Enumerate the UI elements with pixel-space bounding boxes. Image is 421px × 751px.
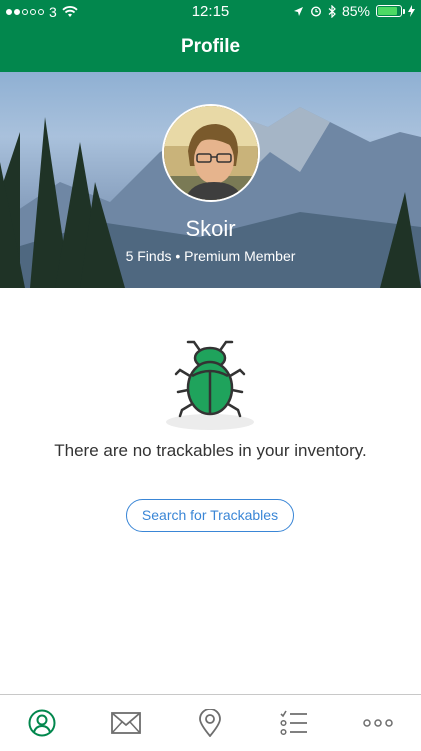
mail-icon: [111, 712, 141, 734]
tab-messages[interactable]: [84, 695, 168, 751]
avatar[interactable]: [162, 104, 260, 202]
profile-header: Skoir 5 Finds • Premium Member: [0, 72, 421, 288]
location-arrow-icon: [293, 6, 303, 16]
tab-more[interactable]: [336, 695, 420, 751]
empty-message: There are no trackables in your inventor…: [54, 441, 367, 460]
profile-photo: [164, 106, 258, 200]
more-icon: [363, 719, 393, 727]
profile-subtitle: 5 Finds • Premium Member: [125, 248, 296, 264]
profile-icon: [28, 709, 56, 737]
nav-bar: Profile: [0, 24, 421, 72]
battery-percent: 85%: [341, 3, 370, 19]
tab-bar: [0, 694, 421, 750]
status-bar: 3 12:15 85%: [0, 0, 421, 24]
bluetooth-icon: [328, 4, 336, 18]
tab-lists[interactable]: [252, 695, 336, 751]
tab-map[interactable]: [168, 695, 252, 751]
page-title: Profile: [180, 36, 241, 57]
status-right: 85%: [293, 3, 415, 19]
charging-icon: [408, 5, 415, 17]
map-pin-icon: [199, 709, 221, 737]
search-trackables-button[interactable]: Search for Trackables: [126, 499, 294, 532]
battery-icon: [376, 5, 405, 17]
username: Skoir: [185, 216, 236, 241]
list-icon: [280, 710, 307, 736]
tab-profile[interactable]: [0, 695, 84, 751]
empty-state: There are no trackables in your inventor…: [0, 288, 421, 693]
bug-icon: [166, 340, 254, 430]
alarm-icon: [310, 6, 321, 17]
